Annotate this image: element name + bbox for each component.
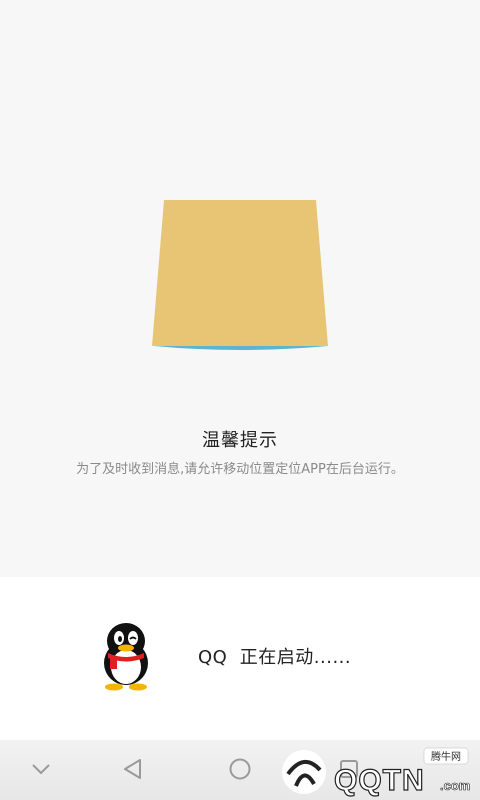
hint-panel: 温馨提示 为了及时收到消息,请允许移动位置定位APP在后台运行。 (0, 0, 480, 577)
qqtn-watermark-logo: QQTN .com 腾牛网 (282, 747, 471, 798)
launch-panel: QQ 正在启动...... (0, 577, 480, 740)
back-triangle-icon[interactable] (118, 754, 148, 784)
svg-text:腾牛网: 腾牛网 (431, 750, 461, 763)
app-screen: 温馨提示 为了及时收到消息,请允许移动位置定位APP在后台运行。 QQ 正在启动… (0, 0, 480, 800)
svg-text:.com: .com (440, 778, 470, 793)
hint-title: 温馨提示 (202, 430, 278, 451)
qq-penguin-icon (104, 623, 148, 691)
home-circle-icon[interactable] (225, 754, 255, 784)
svg-text:QQTN: QQTN (334, 764, 425, 797)
launch-status-text: QQ 正在启动...... (198, 647, 352, 668)
box-illustration (152, 200, 328, 350)
hint-description: 为了及时收到消息,请允许移动位置定位APP在后台运行。 (76, 462, 404, 477)
chevron-down-icon[interactable] (26, 754, 56, 784)
